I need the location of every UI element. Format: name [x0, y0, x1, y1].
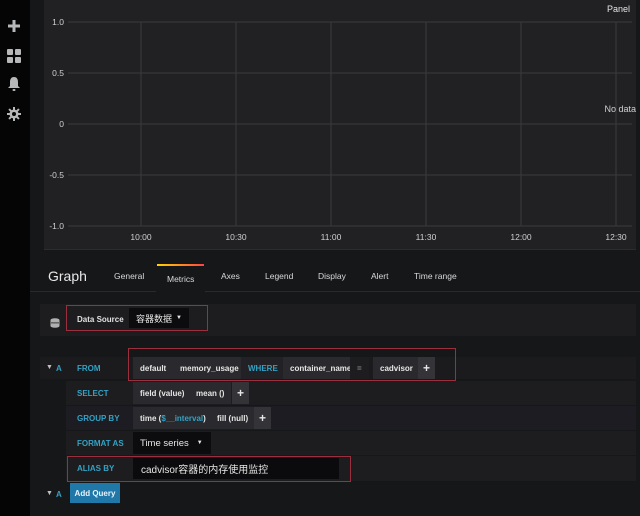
groupby-time-var: $__interval: [161, 413, 204, 423]
plus-icon[interactable]: [6, 18, 22, 34]
y-tick-label: -1.0: [49, 221, 64, 231]
caret-down-icon: ▼: [176, 315, 182, 321]
x-tick-label: 10:00: [130, 232, 152, 242]
graph-panel: 1.0 0.5 0 -0.5 -1.0 10:00 10:30 11:00 11:30 12:0…: [44, 0, 636, 250]
datasource-value: 容器数据: [136, 313, 173, 324]
y-tick-label: 1.0: [52, 17, 64, 27]
tab-axes[interactable]: Axes: [221, 271, 240, 281]
main-area: 1.0 0.5 0 -0.5 -1.0 10:00 10:30 11:00 11:30 12:0…: [30, 0, 640, 516]
y-tick-label: 0: [59, 119, 64, 129]
x-tick-label: 11:30: [416, 232, 437, 242]
tab-display[interactable]: Display: [318, 271, 346, 281]
collapse-caret-icon[interactable]: ▼: [46, 364, 53, 371]
tab-metrics[interactable]: Metrics: [156, 264, 206, 293]
where-label: WHERE: [241, 357, 285, 379]
alias-label: ALIAS BY: [77, 464, 115, 473]
graph-plot: 1.0 0.5 0 -0.5 -1.0 10:00 10:30 11:00 11:30 12:0…: [49, 17, 632, 242]
gear-icon[interactable]: [6, 106, 22, 122]
format-value: Time series: [140, 437, 189, 449]
x-tick-label: 10:30: [225, 232, 247, 242]
tab-time-range[interactable]: Time range: [414, 271, 457, 281]
sidebar: [0, 0, 30, 516]
add-groupby-button[interactable]: +: [254, 407, 271, 429]
groupby-time[interactable]: time ( $__interval ): [133, 407, 213, 429]
add-query-button[interactable]: Add Query: [70, 483, 120, 503]
editor-title: Graph: [48, 268, 87, 284]
x-tick-label: 11:00: [321, 232, 342, 242]
format-label: FORMAT AS: [77, 439, 124, 448]
select-function[interactable]: mean (): [189, 382, 232, 404]
format-select[interactable]: Time series ▼: [133, 432, 211, 454]
tab-legend[interactable]: Legend: [265, 271, 293, 281]
add-query-ref: A: [56, 490, 62, 499]
datasource-label: Data Source: [77, 315, 124, 324]
panel-title[interactable]: Panel: [607, 4, 630, 14]
from-policy[interactable]: default: [133, 357, 174, 379]
add-select-button[interactable]: +: [232, 382, 249, 404]
no-data-label: No data: [604, 104, 636, 114]
bell-icon[interactable]: [6, 76, 22, 92]
x-tick-label: 12:00: [510, 232, 532, 242]
tab-alert[interactable]: Alert: [371, 271, 388, 281]
y-tick-label: -0.5: [49, 170, 64, 180]
editor-header: Graph General Metrics Axes Legend Displa…: [30, 262, 640, 293]
datasource-select[interactable]: 容器数据 ▼: [129, 308, 189, 328]
add-where-button[interactable]: +: [418, 357, 435, 379]
query-ref: A: [56, 364, 62, 373]
groupby-time-prefix: time (: [140, 413, 162, 423]
from-label: FROM: [77, 364, 101, 373]
alias-input[interactable]: cadvisor容器的内存使用监控: [133, 458, 339, 479]
where-value[interactable]: cadvisor: [373, 357, 420, 379]
groupby-label: GROUP BY: [77, 414, 120, 423]
select-field[interactable]: field (value): [133, 382, 192, 404]
from-measurement[interactable]: memory_usage: [173, 357, 246, 379]
y-tick-label: 0.5: [52, 68, 64, 78]
where-key[interactable]: container_name: [283, 357, 359, 379]
x-tick-label: 12:30: [605, 232, 627, 242]
database-icon: [50, 315, 60, 328]
dashboards-icon[interactable]: [6, 48, 22, 64]
where-operator[interactable]: =: [350, 357, 369, 379]
select-label: SELECT: [77, 389, 109, 398]
caret-down-icon: ▼: [196, 440, 203, 446]
groupby-time-suffix: ): [203, 413, 206, 423]
collapse-caret-icon[interactable]: ▼: [46, 490, 53, 497]
tab-general[interactable]: General: [114, 271, 144, 281]
groupby-fill[interactable]: fill (null): [210, 407, 256, 429]
